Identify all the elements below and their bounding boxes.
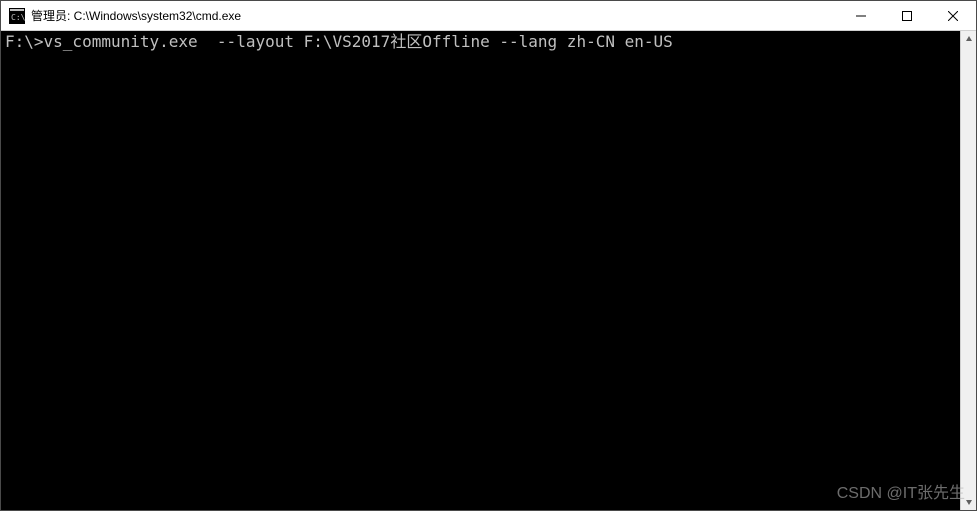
command-text: vs_community.exe --layout F:\VS2017社区Off… bbox=[44, 32, 673, 51]
prompt: F:\> bbox=[5, 32, 44, 51]
titlebar[interactable]: C:\ 管理员: C:\Windows\system32\cmd.exe bbox=[1, 1, 976, 31]
window-controls bbox=[838, 1, 976, 30]
scroll-track[interactable] bbox=[961, 47, 976, 494]
vertical-scrollbar[interactable] bbox=[960, 31, 976, 510]
window-title: 管理员: C:\Windows\system32\cmd.exe bbox=[31, 7, 838, 24]
close-button[interactable] bbox=[930, 1, 976, 30]
svg-text:C:\: C:\ bbox=[11, 13, 25, 22]
minimize-button[interactable] bbox=[838, 1, 884, 30]
cmd-icon: C:\ bbox=[9, 8, 25, 24]
terminal-content[interactable]: F:\>vs_community.exe --layout F:\VS2017社… bbox=[1, 31, 960, 510]
scroll-down-arrow-icon[interactable] bbox=[961, 494, 976, 510]
terminal-area: F:\>vs_community.exe --layout F:\VS2017社… bbox=[1, 31, 976, 510]
scroll-up-arrow-icon[interactable] bbox=[961, 31, 976, 47]
maximize-button[interactable] bbox=[884, 1, 930, 30]
cmd-window: C:\ 管理员: C:\Windows\system32\cmd.exe F:\… bbox=[0, 0, 977, 511]
terminal-line: F:\>vs_community.exe --layout F:\VS2017社… bbox=[5, 32, 673, 51]
